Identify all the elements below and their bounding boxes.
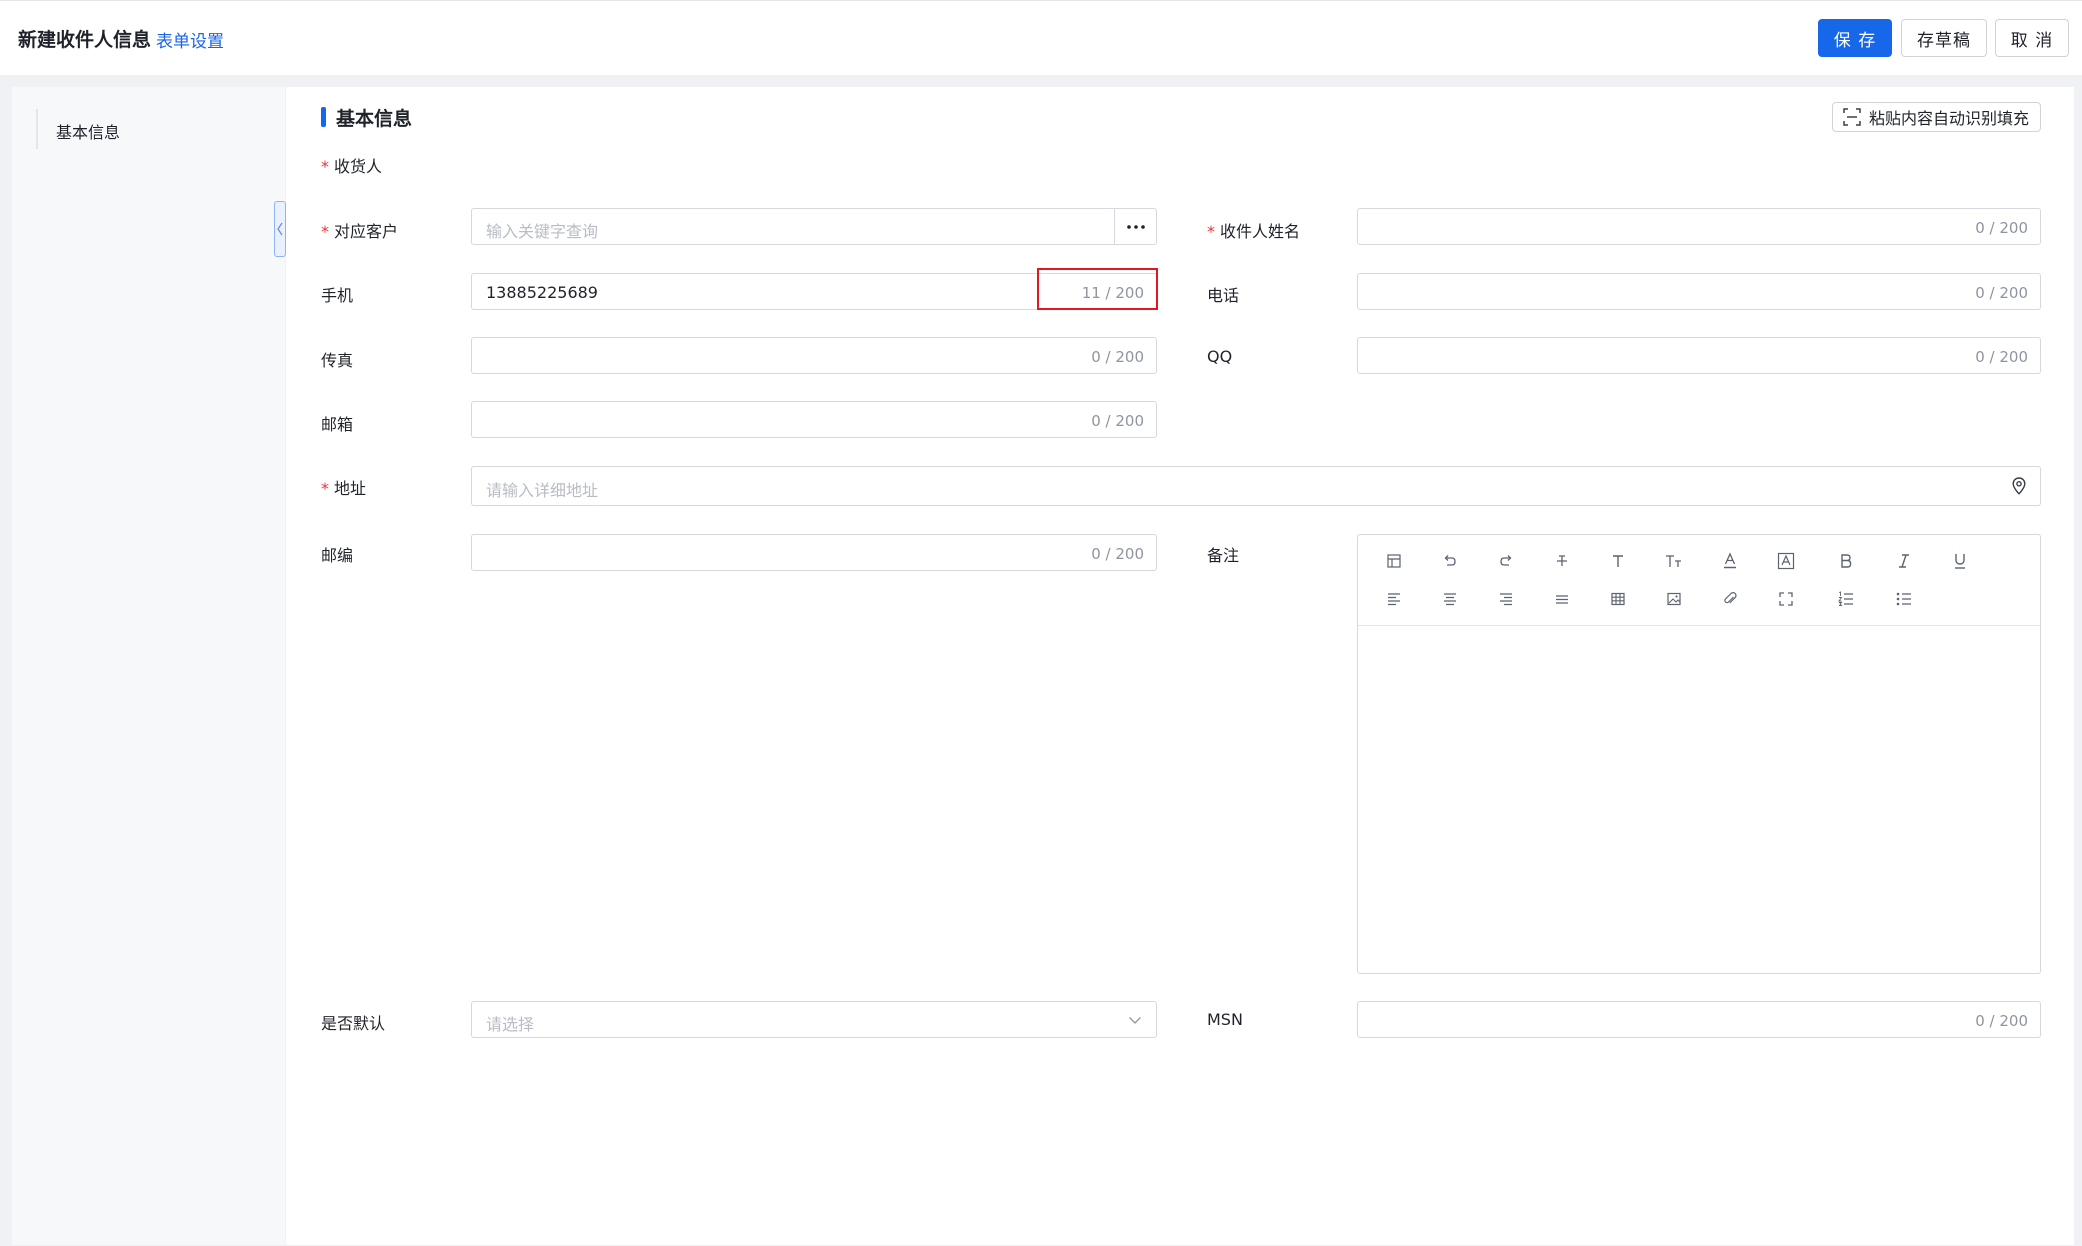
customer-more-button[interactable] [1114,209,1156,244]
qq-input[interactable]: 0 / 200 [1357,337,2041,374]
paste-autofill-button[interactable]: 粘贴内容自动识别填充 [1832,102,2041,132]
is-default-placeholder: 请选择 [486,1015,535,1034]
bold-icon[interactable] [1834,549,1858,573]
fullscreen-icon[interactable] [1774,587,1798,611]
redo-icon[interactable] [1494,549,1518,573]
image-icon[interactable] [1662,587,1686,611]
paste-autofill-label: 粘贴内容自动识别填充 [1869,109,2030,128]
ordered-list-icon[interactable] [1834,587,1858,611]
zipcode-label: 邮编 [321,546,354,565]
table-icon[interactable] [1606,587,1630,611]
font-size-icon[interactable] [1662,549,1686,573]
save-draft-button[interactable]: 存草稿 [1901,19,1987,57]
main-content: 基本信息 粘贴内容自动识别填充 * 收货人 * 对应客户 输入关键字查询 * 收件人姓… [286,87,2074,1245]
customer-label: * 对应客户 [321,222,399,241]
char-count: 0 / 200 [1091,412,1144,430]
section-title-bar [321,107,326,127]
char-count: 0 / 200 [1975,1012,2028,1030]
chevron-down-icon [1129,1017,1141,1024]
section-title: 基本信息 [336,108,413,130]
phone-label: 电话 [1207,286,1240,305]
page-header: 新建收件人信息 表单设置 保 存 存草稿 取 消 [0,0,2082,75]
customer-input[interactable]: 输入关键字查询 [471,208,1157,245]
fax-input[interactable]: 0 / 200 [471,337,1157,374]
required-mark: * [321,222,329,241]
char-count: 0 / 200 [1975,219,2028,237]
char-count: 11 / 200 [1081,284,1144,302]
is-default-select[interactable]: 请选择 [471,1001,1157,1038]
required-mark: * [321,157,329,176]
scan-icon [1843,108,1861,126]
font-color-icon[interactable] [1718,549,1742,573]
receiver-name-label: * 收件人姓名 [1207,222,1301,241]
address-label: * 地址 [321,479,367,498]
italic-icon[interactable] [1892,549,1916,573]
char-count: 0 / 200 [1975,284,2028,302]
zipcode-input[interactable]: 0 / 200 [471,534,1157,571]
receiver-group-label: * 收货人 [321,157,383,176]
bullet-list-icon[interactable] [1892,587,1916,611]
email-input[interactable]: 0 / 200 [471,401,1157,438]
customer-placeholder: 输入关键字查询 [486,222,599,241]
template-icon[interactable] [1382,549,1406,573]
strikethrough-icon[interactable] [1550,549,1574,573]
required-mark: * [321,479,329,498]
chevron-left-icon [277,222,283,236]
underline-icon[interactable] [1948,549,1972,573]
sidebar-collapse-handle[interactable] [274,201,286,257]
is-default-label: 是否默认 [321,1014,386,1033]
align-right-icon[interactable] [1494,587,1518,611]
fax-label: 传真 [321,351,354,370]
attachment-icon[interactable] [1718,587,1742,611]
form-settings-link[interactable]: 表单设置 [156,27,224,52]
phone-input[interactable]: 0 / 200 [1357,273,2041,310]
editor-toolbar [1358,535,2040,626]
align-center-icon[interactable] [1438,587,1462,611]
more-icon [1126,224,1145,229]
receiver-name-input[interactable]: 0 / 200 [1357,208,2041,245]
qq-label: QQ [1207,347,1233,366]
cancel-button[interactable]: 取 消 [1995,19,2069,57]
msn-input[interactable]: 0 / 200 [1357,1001,2041,1038]
undo-icon[interactable] [1438,549,1462,573]
char-count: 0 / 200 [1091,348,1144,366]
text-icon[interactable] [1606,549,1630,573]
mobile-label: 手机 [321,286,354,305]
char-count: 0 / 200 [1091,545,1144,563]
address-input[interactable]: 请输入详细地址 [471,466,2041,506]
char-count: 0 / 200 [1975,348,2028,366]
remark-rich-editor[interactable] [1357,534,2041,974]
sidebar-item-label: 基本信息 [56,123,121,142]
sidebar-item-basic-info[interactable]: 基本信息 [36,109,236,149]
align-justify-icon[interactable] [1550,587,1574,611]
sidebar: 基本信息 [12,87,285,1245]
page-title: 新建收件人信息 [18,29,152,51]
mobile-value: 13885225689 [486,283,598,302]
email-label: 邮箱 [321,415,354,434]
remark-label: 备注 [1207,546,1240,565]
location-pin-icon[interactable] [2012,477,2026,495]
msn-label: MSN [1207,1010,1243,1029]
address-placeholder: 请输入详细地址 [486,481,599,500]
mobile-input[interactable]: 13885225689 11 / 200 [471,273,1157,310]
editor-content-area[interactable] [1358,627,2040,973]
align-left-icon[interactable] [1382,587,1406,611]
save-button[interactable]: 保 存 [1818,19,1892,57]
required-mark: * [1207,222,1215,241]
background-color-icon[interactable] [1774,549,1798,573]
